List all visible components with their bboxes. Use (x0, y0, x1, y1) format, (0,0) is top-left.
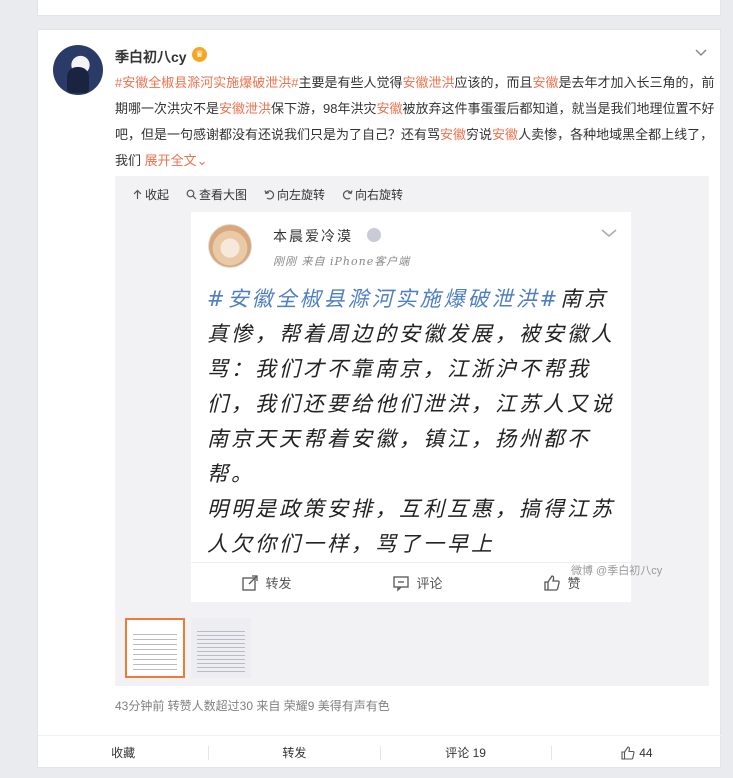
avatar[interactable] (53, 45, 103, 95)
keyword-link[interactable]: 安徽泄洪 (402, 75, 454, 90)
view-large-button[interactable]: 查看大图 (186, 186, 247, 202)
rotate-right-label: 向右旋转 (355, 187, 404, 202)
post-card: 季白初八cy ♛ #安徽全椒县滁河实施爆破泄洪#主要是有些人觉得安徽泄洪应该的，… (37, 29, 722, 769)
keyword-link[interactable]: 安徽 (440, 127, 466, 142)
image-avatar (208, 224, 252, 268)
watermark: 微博 @季白初八cy (571, 565, 663, 577)
thumbs-up-icon (544, 574, 561, 591)
thumbs-up-icon (621, 745, 635, 760)
keyword-link[interactable]: 安徽泄洪 (219, 101, 271, 116)
expand-full-text-link[interactable]: 展开全文 (145, 153, 197, 168)
keyword-link[interactable]: 安徽 (377, 101, 403, 116)
rotate-right-icon (343, 189, 353, 199)
media-toolbar: 收起 查看大图 向左旋转 向右旋转 (132, 186, 403, 202)
thumbnail-2[interactable] (191, 618, 251, 678)
rotate-left-icon (264, 189, 275, 199)
post-text-segment: 主要是有些人觉得 (298, 75, 403, 90)
image-username: 本晨爱冷漠 (273, 229, 353, 245)
like-button[interactable]: 44 (552, 746, 722, 760)
post-text-segment: 应该的，而且 (454, 75, 533, 90)
image-action-bar: 转发 评论 赞 (191, 562, 631, 602)
image-handwritten-text: #安徽全椒县滁河实施爆破泄洪#南京真惨，帮着周边的安徽发展，被安徽人骂：我们才不… (207, 282, 623, 562)
comment-icon (393, 575, 410, 592)
forward-button[interactable]: 转发 (209, 744, 379, 761)
image-repost-label: 转发 (265, 577, 292, 592)
expand-chevron-icon[interactable]: ⌄ (197, 153, 208, 168)
image-hashtag: #安徽全椒县滁河实施爆破泄洪# (207, 287, 561, 311)
repost-icon (242, 574, 259, 591)
topic-link[interactable]: #安徽全椒县滁河实施爆破泄洪# (115, 75, 298, 90)
post-text-segment: 穷说 (466, 127, 493, 142)
previous-post-card (37, 0, 721, 16)
post-image[interactable]: 本晨爱冷漠 刚刚 来自 iPhone客户端 #安徽全椒县滁河实施爆破泄洪#南京真… (191, 212, 631, 602)
rotate-left-button[interactable]: 向左旋转 (264, 186, 325, 202)
comment-button[interactable]: 评论 19 (381, 744, 551, 761)
post-action-bar: 收藏 转发 评论 19 44 (38, 735, 722, 769)
collapse-label: 收起 (145, 187, 170, 202)
keyword-link[interactable]: 安徽 (533, 75, 559, 90)
magnifier-icon (186, 189, 197, 199)
collapse-icon (133, 189, 142, 199)
thumbnail-1[interactable] (125, 618, 185, 678)
image-comment-label: 评论 (416, 577, 443, 592)
image-source: 刚刚 来自 iPhone客户端 (273, 255, 411, 268)
post-text-segment: 保下游，98年洪灾 (271, 101, 377, 116)
media-viewer: 收起 查看大图 向左旋转 向右旋转 本晨爱冷漠 刚刚 来自 iPhone客户端 (115, 176, 709, 686)
like-count: 44 (639, 745, 653, 760)
image-repost: 转发 (241, 573, 292, 592)
chevron-down-icon[interactable] (694, 48, 708, 58)
image-comment: 评论 (392, 573, 443, 592)
image-text-body: 南京真惨，帮着周边的安徽发展，被安徽人骂：我们才不靠南京，江浙沪不帮我们，我们还… (207, 287, 615, 486)
comment-label: 评论 19 (445, 746, 486, 760)
image-badge-icon (367, 228, 381, 242)
post-meta: 43分钟前 转赞人数超过30 来自 荣耀9 美得有声有色 (115, 699, 390, 713)
keyword-link[interactable]: 安徽 (492, 127, 518, 142)
rotate-right-button[interactable]: 向右旋转 (342, 186, 403, 202)
thumbnail-strip (125, 618, 251, 678)
username[interactable]: 季白初八cy (115, 47, 187, 67)
collapse-button[interactable]: 收起 (132, 186, 169, 202)
forward-label: 转发 (282, 746, 307, 760)
collect-label: 收藏 (111, 746, 136, 760)
image-text-body-2: 明明是政策安排，互利互惠，搞得江苏人欠你们一样，骂了一早上 (207, 497, 615, 556)
collect-button[interactable]: 收藏 (38, 744, 208, 761)
crown-icon[interactable]: ♛ (192, 47, 207, 62)
rotate-left-label: 向左旋转 (277, 187, 326, 202)
image-chevron-down-icon (601, 229, 617, 237)
view-large-label: 查看大图 (199, 187, 248, 202)
post-text: #安徽全椒县滁河实施爆破泄洪#主要是有些人觉得安徽泄洪应该的，而且安徽是去年才加… (115, 70, 715, 174)
